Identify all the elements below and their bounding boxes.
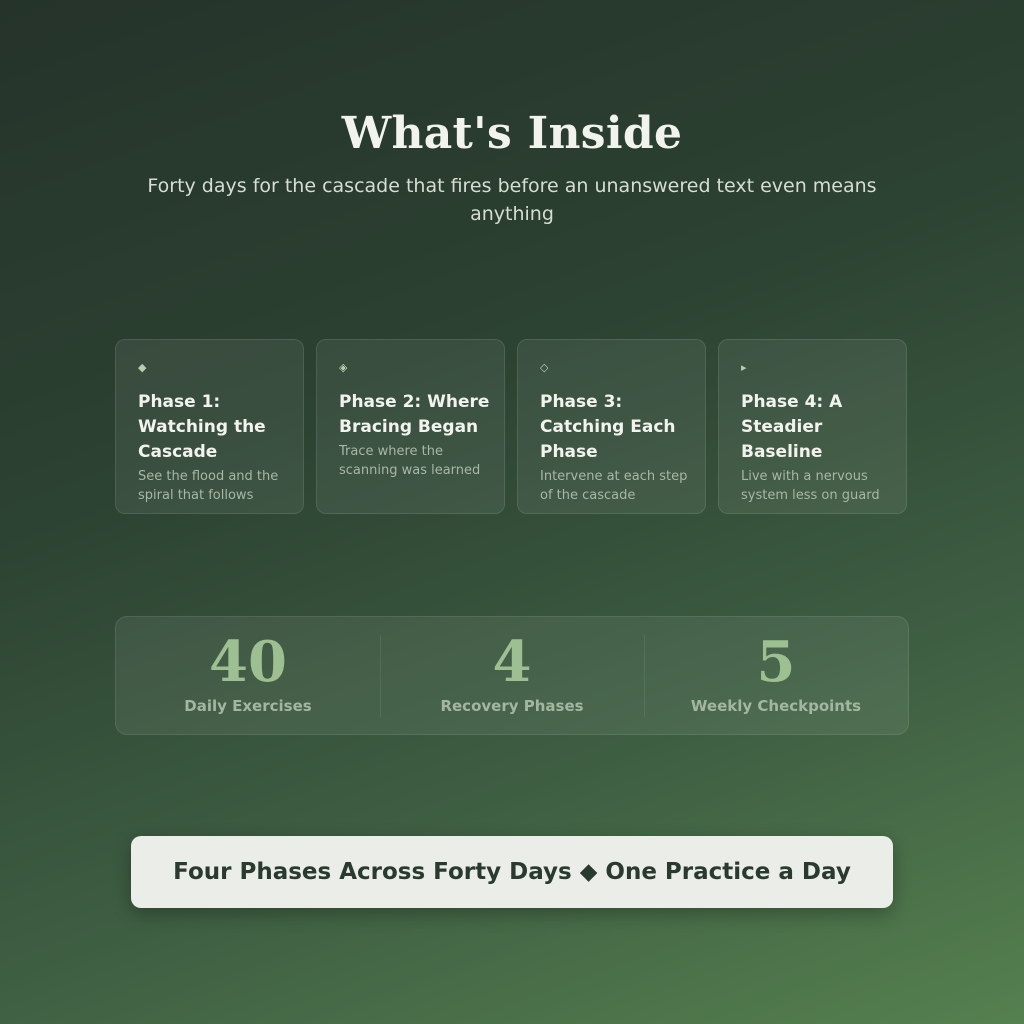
stat-weekly-checkpoints: 5 Weekly Checkpoints xyxy=(644,617,908,734)
phase-card-title: Phase 3: Catching Each Phase xyxy=(540,392,676,462)
phase-card-4: ▸ Phase 4: A Steadier Baseline Live with… xyxy=(718,339,907,514)
stat-daily-exercises: 40 Daily Exercises xyxy=(116,617,380,734)
phase-card-3: ◇ Phase 3: Catching Each Phase Intervene… xyxy=(517,339,706,514)
triangle-right-icon: ▸ xyxy=(741,361,747,374)
stat-label: Daily Exercises xyxy=(184,697,312,715)
stat-label: Recovery Phases xyxy=(440,697,584,715)
phase-card-title: Phase 2: Where Bracing Began xyxy=(339,392,490,437)
phase-card-description: See the flood and the spiral that follow… xyxy=(138,469,279,503)
page-title: What's Inside xyxy=(341,108,683,159)
stats-panel: 40 Daily Exercises 4 Recovery Phases 5 W… xyxy=(115,616,909,735)
phase-card-title: Phase 1: Watching the Cascade xyxy=(138,392,266,462)
phase-cards: ◆ Phase 1: Watching the Cascade See the … xyxy=(115,339,909,516)
phase-card-title: Phase 4: A Steadier Baseline xyxy=(741,392,843,462)
stat-label: Weekly Checkpoints xyxy=(690,697,862,715)
small-diamond-icon: ◆ xyxy=(138,361,147,374)
diamond-outline-icon: ◈ xyxy=(339,361,348,374)
page-subtitle: Forty days for the cascade that fires be… xyxy=(147,175,877,225)
stat-value: 4 xyxy=(492,629,532,695)
summary-banner: Four Phases Across Forty Days ◆ One Prac… xyxy=(131,836,893,908)
stat-recovery-phases: 4 Recovery Phases xyxy=(380,617,644,734)
phase-card-2: ◈ Phase 2: Where Bracing Began Trace whe… xyxy=(316,339,505,514)
phase-card-description: Trace where the scanning was learned xyxy=(339,444,481,478)
phase-card-description: Live with a nervous system less on guard xyxy=(741,469,880,503)
stat-value: 5 xyxy=(756,629,796,695)
stat-value: 40 xyxy=(209,629,287,695)
phase-card-1: ◆ Phase 1: Watching the Cascade See the … xyxy=(115,339,304,514)
phase-card-description: Intervene at each step of the cascade xyxy=(540,469,688,503)
hollow-diamond-icon: ◇ xyxy=(540,361,549,374)
